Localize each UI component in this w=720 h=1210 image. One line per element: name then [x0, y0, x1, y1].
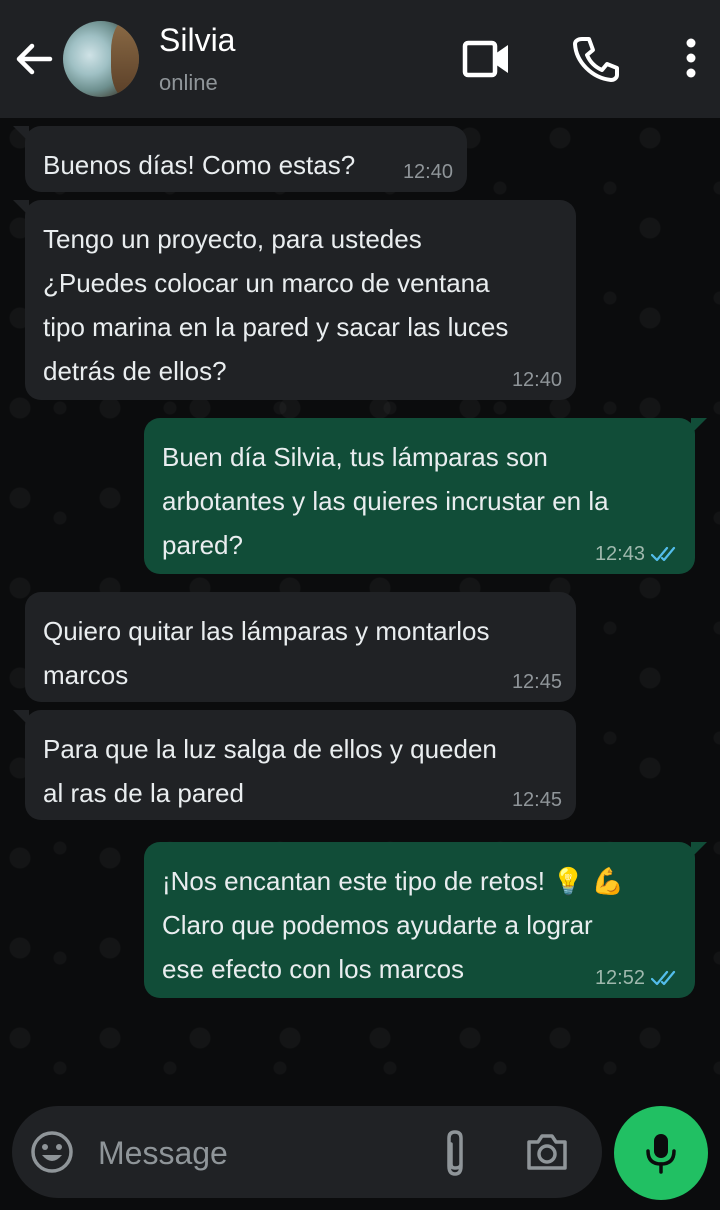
chat-header: Silvia online — [0, 0, 720, 118]
message-time: 12:52 — [595, 964, 681, 992]
bubble-tail — [691, 842, 707, 858]
double-check-icon — [651, 970, 676, 986]
contact-status: online — [159, 70, 218, 95]
message-time: 12:45 — [511, 789, 562, 811]
message-text: ¡Nos encantan este tipo de retos! 💡 💪 Cl… — [162, 866, 625, 984]
message-text: Quiero quitar las lámparas y montarlos m… — [43, 616, 490, 690]
emoji-icon[interactable] — [30, 1130, 74, 1174]
message-time: 12:40 — [511, 369, 562, 391]
message-bubble-outgoing[interactable]: Buen día Silvia, tus lámparas son arbota… — [144, 418, 707, 574]
message-text: Buenos días! Como estas? — [43, 150, 356, 180]
message-text: Tengo un proyecto, para ustedes ¿Puedes … — [43, 224, 509, 386]
chat-area: Buenos días! Como estas? 12:40 Tengo un … — [0, 118, 720, 1110]
message-time: 12:43 — [595, 540, 681, 568]
video-camera-icon[interactable] — [461, 34, 511, 84]
microphone-icon — [646, 1134, 676, 1174]
microphone-button[interactable] — [614, 1106, 708, 1200]
bubble-tail — [691, 418, 707, 434]
message-text: Buen día Silvia, tus lámparas son arbota… — [162, 442, 609, 560]
message-text: Para que la luz salga de ellos y queden … — [43, 734, 497, 808]
message-time: 12:45 — [511, 671, 562, 693]
message-bubble-incoming[interactable]: Tengo un proyecto, para ustedes ¿Puedes … — [13, 200, 576, 400]
contact-name[interactable]: Silvia — [159, 22, 235, 59]
avatar[interactable] — [63, 21, 139, 97]
message-composer — [12, 1106, 602, 1198]
bubble-tail — [13, 200, 29, 216]
back-arrow-icon[interactable] — [12, 38, 54, 80]
message-time: 12:40 — [402, 161, 453, 183]
message-bubble-incoming[interactable]: Quiero quitar las lámparas y montarlos m… — [25, 592, 576, 702]
double-check-icon — [651, 546, 676, 562]
phone-icon[interactable] — [570, 34, 620, 84]
message-bubble-incoming[interactable]: Para que la luz salga de ellos y queden … — [13, 710, 576, 820]
bubble-tail — [13, 710, 29, 726]
camera-icon[interactable] — [524, 1130, 570, 1174]
bubble-tail — [13, 126, 29, 142]
more-vertical-icon[interactable] — [672, 34, 708, 84]
message-bubble-outgoing[interactable]: ¡Nos encantan este tipo de retos! 💡 💪 Cl… — [144, 842, 707, 998]
message-bubble-incoming[interactable]: Buenos días! Como estas? 12:40 — [13, 126, 467, 192]
paperclip-icon[interactable] — [437, 1128, 473, 1178]
message-input[interactable] — [96, 1126, 420, 1180]
